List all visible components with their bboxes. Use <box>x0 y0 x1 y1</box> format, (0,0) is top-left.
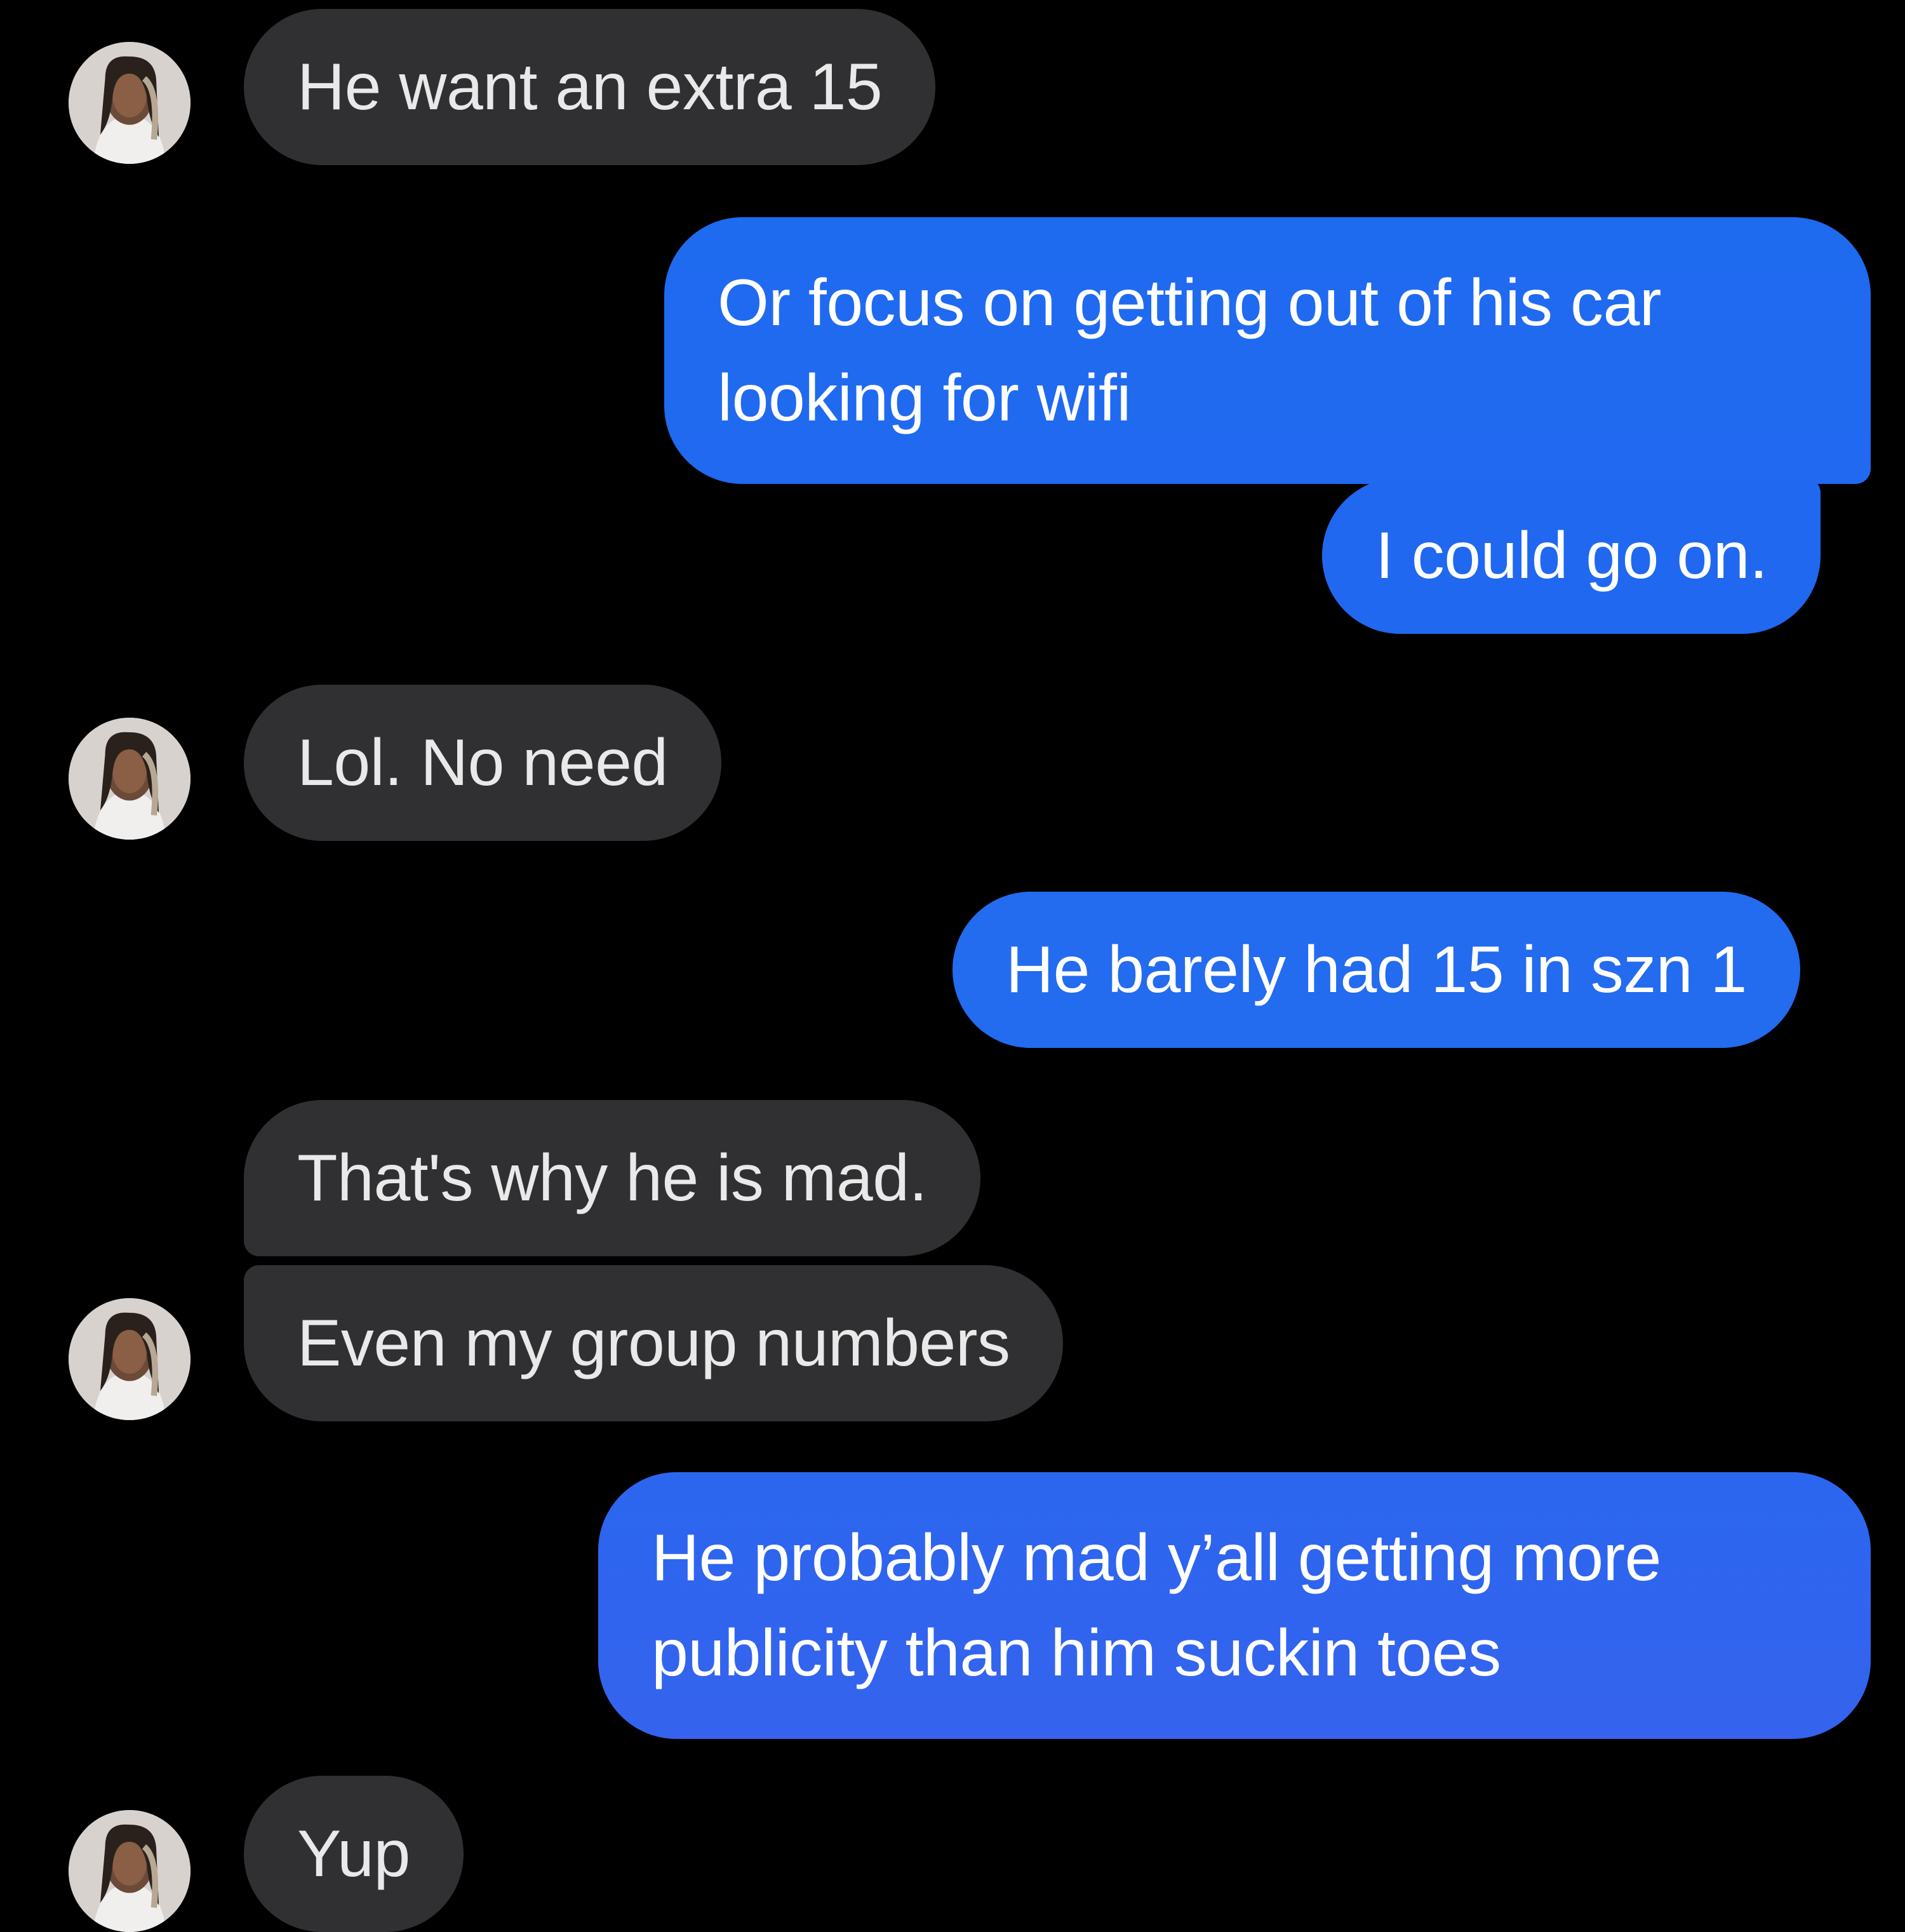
contact-avatar[interactable] <box>69 1810 190 1932</box>
message-text: Or focus on getting out of his car looki… <box>718 266 1662 435</box>
message-thread[interactable]: He want an extra 15 Or focus on getting … <box>0 0 1905 1932</box>
contact-photo-icon <box>69 42 190 164</box>
contact-photo-icon <box>69 718 190 840</box>
message-bubble-outgoing[interactable]: Or focus on getting out of his car looki… <box>664 217 1871 484</box>
message-text: That's why he is mad. <box>297 1141 927 1215</box>
message-bubble-incoming[interactable]: Yup <box>244 1776 464 1932</box>
message-text: Even my group numbers <box>297 1306 1010 1380</box>
message-bubble-incoming[interactable]: Even my group numbers <box>244 1265 1064 1421</box>
message-text: Yup <box>297 1817 410 1891</box>
message-bubble-outgoing[interactable]: He probably mad y’all getting more publi… <box>598 1472 1871 1739</box>
contact-photo-icon <box>69 1298 190 1420</box>
message-text: Lol. No need <box>297 726 668 800</box>
contact-avatar[interactable] <box>69 718 190 840</box>
contact-avatar[interactable] <box>69 42 190 164</box>
message-text: I could go on. <box>1375 519 1768 593</box>
message-bubble-incoming[interactable]: Lol. No need <box>244 685 721 841</box>
message-bubble-outgoing[interactable]: I could go on. <box>1322 478 1821 634</box>
message-text: He want an extra 15 <box>297 50 883 124</box>
message-bubble-incoming[interactable]: That's why he is mad. <box>244 1100 980 1256</box>
message-text: He probably mad y’all getting more publi… <box>652 1521 1662 1690</box>
contact-photo-icon <box>69 1810 190 1932</box>
message-bubble-incoming[interactable]: He want an extra 15 <box>244 9 936 165</box>
message-bubble-outgoing[interactable]: He barely had 15 in szn 1 <box>952 892 1800 1048</box>
message-text: He barely had 15 in szn 1 <box>1006 933 1747 1007</box>
contact-avatar[interactable] <box>69 1298 190 1420</box>
